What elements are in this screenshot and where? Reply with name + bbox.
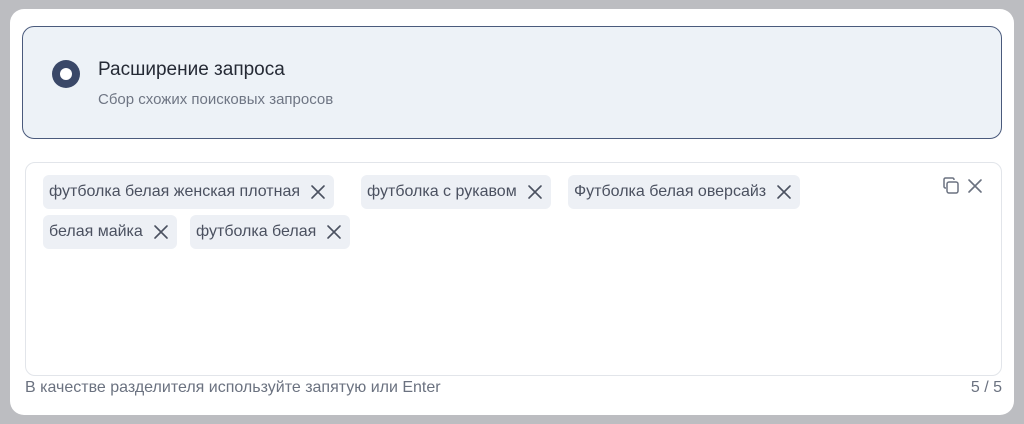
close-icon[interactable] — [774, 182, 794, 202]
tags-input[interactable]: футболка белая женская плотная футболка … — [25, 162, 1002, 376]
close-icon[interactable] — [324, 222, 344, 242]
tag-chip: Футболка белая оверсайз — [568, 175, 801, 209]
close-icon[interactable] — [965, 176, 985, 196]
close-icon[interactable] — [308, 182, 328, 202]
tag-chip: футболка белая — [190, 215, 351, 249]
tag-label: футболка с рукавом — [367, 183, 517, 200]
tag-chip: белая майка — [43, 215, 177, 249]
tag-chip: футболка белая женская плотная — [43, 175, 334, 209]
tag-label: Футболка белая оверсайз — [574, 183, 767, 200]
tag-chip: футболка с рукавом — [361, 175, 551, 209]
radio-selected-icon[interactable] — [52, 60, 80, 88]
query-expansion-option[interactable]: Расширение запроса Сбор схожих поисковых… — [22, 26, 1002, 139]
radio-dot — [60, 68, 72, 80]
tag-counter: 5 / 5 — [970, 379, 1002, 396]
copy-icon[interactable] — [941, 176, 961, 196]
query-expansion-panel: Расширение запроса Сбор схожих поисковых… — [10, 9, 1014, 415]
close-icon[interactable] — [525, 182, 545, 202]
option-title: Расширение запроса — [98, 59, 285, 80]
tag-label: футболка белая женская плотная — [49, 183, 300, 200]
option-subtitle: Сбор схожих поисковых запросов — [98, 91, 334, 108]
close-icon[interactable] — [151, 222, 171, 242]
tag-label: белая майка — [49, 223, 143, 240]
tag-label: футболка белая — [196, 223, 317, 240]
separator-hint: В качестве разделителя используйте запят… — [25, 379, 441, 396]
